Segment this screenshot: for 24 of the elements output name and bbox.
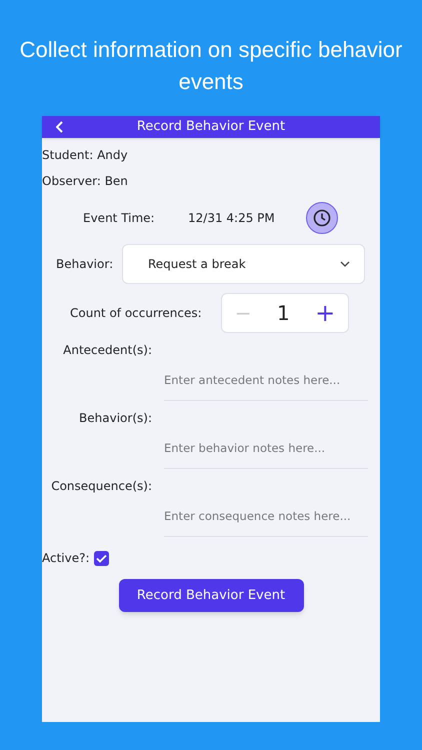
record-event-button[interactable]: Record Behavior Event <box>118 579 304 612</box>
notes-field[interactable]: Enter antecedent notes here... <box>164 359 368 401</box>
screen-title: Record Behavior Event <box>136 118 286 136</box>
count-value: 1 <box>276 300 290 327</box>
notes-field[interactable]: Enter behavior notes here... <box>164 427 368 469</box>
chevron-down-icon <box>340 261 350 267</box>
headline: Collect information on specific behavior events <box>18 36 404 96</box>
notes-label: Antecedent(s): <box>62 342 152 359</box>
increment-button[interactable]: + <box>315 295 336 331</box>
count-label: Count of occurrences: <box>70 305 203 322</box>
notes-label: Behavior(s): <box>78 410 152 427</box>
time-picker-button[interactable] <box>306 202 338 234</box>
clock-icon <box>313 209 331 227</box>
notes-field[interactable]: Enter consequence notes here... <box>164 495 368 537</box>
active-label: Active?: <box>42 550 90 567</box>
event-time-label: Event Time: <box>83 210 156 227</box>
event-time-value: 12/31 4:25 PM <box>188 210 276 227</box>
active-checkbox[interactable] <box>94 550 109 566</box>
student-label: Student: Andy <box>42 147 128 164</box>
behavior-label: Behavior: <box>56 256 114 273</box>
behavior-dropdown[interactable]: Request a break <box>122 244 365 284</box>
observer-label: Observer: Ben <box>42 173 128 190</box>
notes-label: Consequence(s): <box>50 478 152 495</box>
back-icon[interactable] <box>56 121 64 133</box>
